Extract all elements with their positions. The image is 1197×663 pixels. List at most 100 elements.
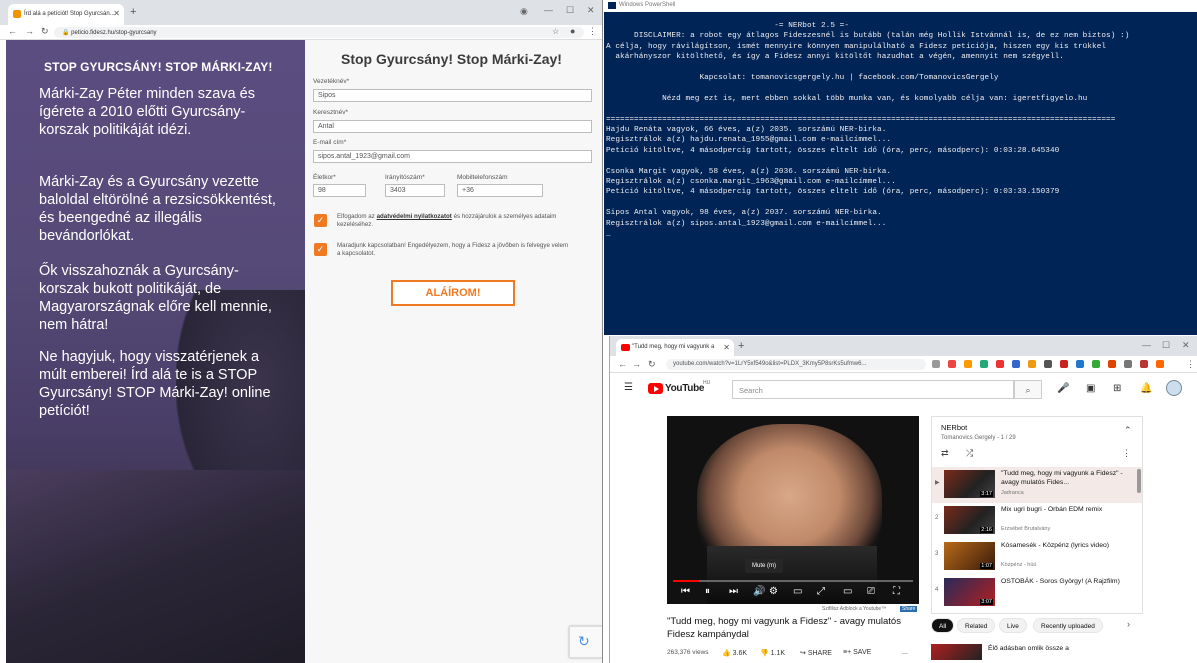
- phone-field[interactable]: +36: [457, 184, 543, 197]
- youtube-tab[interactable]: "Tudd meg, hogy mi vagyunk a ✕: [616, 339, 734, 356]
- chips-next-icon[interactable]: ›: [1127, 619, 1130, 629]
- extension-icon[interactable]: [1076, 360, 1084, 368]
- profile-icon[interactable]: ●: [570, 26, 575, 36]
- like-count: 3.6K: [732, 650, 748, 657]
- share-button[interactable]: ↪ SHARE: [800, 649, 832, 657]
- chip-related[interactable]: Related: [957, 618, 996, 633]
- close-tab-icon[interactable]: ✕: [113, 9, 120, 18]
- reload-icon[interactable]: ↻: [41, 26, 49, 37]
- maximize-icon[interactable]: ☐: [566, 5, 574, 16]
- close-tab-icon[interactable]: ✕: [723, 343, 730, 352]
- notifications-bell-icon[interactable]: 🔔: [1140, 383, 1152, 394]
- minimize-icon[interactable]: —: [1142, 340, 1151, 350]
- create-video-icon[interactable]: ▣: [1086, 383, 1095, 394]
- like-button[interactable]: 👍 3.6K: [722, 649, 747, 657]
- microphone-icon[interactable]: 🎤: [1057, 383, 1069, 394]
- extension-icon[interactable]: [932, 360, 940, 368]
- playlist-item[interactable]: 3 1:07 Kósamesék - Közpénz (lyrics video…: [932, 539, 1142, 575]
- dislike-button[interactable]: 👎 1.1K: [760, 649, 785, 657]
- avatar[interactable]: [1166, 380, 1182, 396]
- miniplayer-icon[interactable]: ▭: [793, 586, 802, 597]
- autoplay-icon[interactable]: ⤢: [817, 586, 825, 597]
- playlist-thumbnail: 2:16: [944, 506, 995, 534]
- minimize-icon[interactable]: —: [544, 5, 553, 15]
- loop-icon[interactable]: ⇄: [941, 448, 949, 459]
- new-tab-button[interactable]: +: [130, 6, 136, 18]
- recaptcha-badge[interactable]: ↻: [569, 626, 602, 658]
- petition-tab[interactable]: Írd alá a petíciót! Stop Gyurcsán... ✕: [8, 4, 124, 25]
- extension-icon[interactable]: [964, 360, 972, 368]
- media-icon[interactable]: ◉: [520, 6, 528, 17]
- menu-dots-icon[interactable]: ⋮: [588, 26, 597, 37]
- close-window-icon[interactable]: ✕: [587, 5, 595, 16]
- share-badge[interactable]: Share: [900, 606, 918, 612]
- forward-icon[interactable]: →: [25, 26, 34, 36]
- address-bar-row: ← → ↻ 🔒 peticio.fidesz.hu/stop-gyurcsany…: [0, 25, 602, 40]
- back-icon[interactable]: ←: [8, 26, 17, 36]
- contact-checkbox[interactable]: ✓: [314, 243, 327, 256]
- extension-icon[interactable]: [980, 360, 988, 368]
- console-line: -= NERbot 2.5 =-: [606, 22, 850, 30]
- apps-grid-icon[interactable]: ⊞: [1113, 383, 1121, 394]
- shuffle-icon[interactable]: ⤮: [966, 448, 973, 459]
- reload-icon[interactable]: ↻: [648, 359, 656, 370]
- up-next-item[interactable]: Élő adásban omlik össze a: [931, 642, 1191, 662]
- privacy-policy-link[interactable]: adatvédelmi nyilatkozatot: [377, 213, 452, 220]
- console-output[interactable]: -= NERbot 2.5 =- DISCLAIMER: a robot egy…: [604, 22, 1197, 335]
- extension-icon[interactable]: [1156, 360, 1164, 368]
- extension-icon[interactable]: [1092, 360, 1100, 368]
- search-button[interactable]: ⌕: [1014, 380, 1042, 399]
- extension-icon[interactable]: [996, 360, 1004, 368]
- chip-live[interactable]: Live: [999, 618, 1027, 633]
- more-options-icon[interactable]: ⋮: [1122, 448, 1131, 459]
- next-icon[interactable]: ⏭: [729, 586, 738, 597]
- extension-icon[interactable]: [1124, 360, 1132, 368]
- cast-icon[interactable]: ⎚: [867, 586, 875, 597]
- bookmark-star-icon[interactable]: ☆: [552, 27, 559, 36]
- save-button[interactable]: ≡+ SAVE: [843, 649, 871, 656]
- url-field[interactable]: 🔒 peticio.fidesz.hu/stop-gyurcsany: [54, 27, 584, 38]
- close-window-icon[interactable]: ✕: [1182, 340, 1190, 351]
- lastname-label: Vezetéknév*: [313, 78, 350, 85]
- theater-mode-icon[interactable]: ▭: [843, 586, 852, 597]
- zip-field[interactable]: 3403: [385, 184, 445, 197]
- extension-icon[interactable]: [1028, 360, 1036, 368]
- playlist-item[interactable]: 4 3:07 OSTOBÁK - Soros György! (A Rajzfi…: [932, 575, 1142, 611]
- hamburger-menu-icon[interactable]: ☰: [624, 382, 633, 393]
- playlist-scrollbar[interactable]: [1137, 469, 1141, 493]
- extension-icon[interactable]: [1108, 360, 1116, 368]
- lastname-field[interactable]: Sipos: [313, 89, 592, 102]
- extension-icon[interactable]: [948, 360, 956, 368]
- volume-icon[interactable]: 🔊: [753, 586, 765, 597]
- youtube-logo-text[interactable]: YouTube: [665, 383, 705, 394]
- search-input[interactable]: Search: [732, 380, 1014, 399]
- menu-dots-icon[interactable]: ⋮: [1186, 359, 1195, 370]
- email-field[interactable]: sipos.antal_1923@gmail.com: [313, 150, 592, 163]
- settings-gear-icon[interactable]: ⚙: [769, 586, 778, 597]
- sign-button[interactable]: ALÁÍROM!: [391, 280, 515, 306]
- more-actions-button[interactable]: ...: [902, 649, 908, 656]
- playlist-item[interactable]: 2 2:16 Mix ugri bugri - Orbán EDM remix …: [932, 503, 1142, 539]
- extension-icon[interactable]: [1060, 360, 1068, 368]
- collapse-chevron-icon[interactable]: ⌃: [1124, 425, 1132, 436]
- url-field[interactable]: youtube.com/watch?v=1LrY5xf549o&list=PLD…: [666, 359, 926, 370]
- chip-recently-uploaded[interactable]: Recently uploaded: [1033, 618, 1103, 633]
- forward-icon[interactable]: →: [632, 359, 641, 369]
- playlist-item[interactable]: ▶ 3:17 "Tudd meg, hogy mi vagyunk a Fide…: [932, 467, 1142, 503]
- extension-icon[interactable]: [1012, 360, 1020, 368]
- new-tab-button[interactable]: +: [738, 340, 744, 352]
- extension-icon[interactable]: [1044, 360, 1052, 368]
- age-field[interactable]: 98: [313, 184, 366, 197]
- privacy-checkbox[interactable]: ✓: [314, 214, 327, 227]
- fullscreen-icon[interactable]: ⛶: [893, 586, 900, 597]
- maximize-icon[interactable]: ☐: [1162, 340, 1170, 351]
- firstname-field[interactable]: Antal: [313, 120, 592, 133]
- pause-icon[interactable]: ⏸: [705, 586, 710, 597]
- youtube-tab-title: "Tudd meg, hogy mi vagyunk a: [632, 344, 715, 350]
- back-icon[interactable]: ←: [618, 359, 627, 369]
- progress-bar[interactable]: [673, 580, 913, 582]
- chip-all[interactable]: All: [931, 618, 955, 633]
- video-player[interactable]: Mute (m) ⏮ ⏸ ⏭ 🔊 ⚙ ▭ ⤢ ▭ ⎚ ⛶: [667, 416, 919, 604]
- previous-icon[interactable]: ⏮: [681, 586, 690, 597]
- extension-icon[interactable]: [1140, 360, 1148, 368]
